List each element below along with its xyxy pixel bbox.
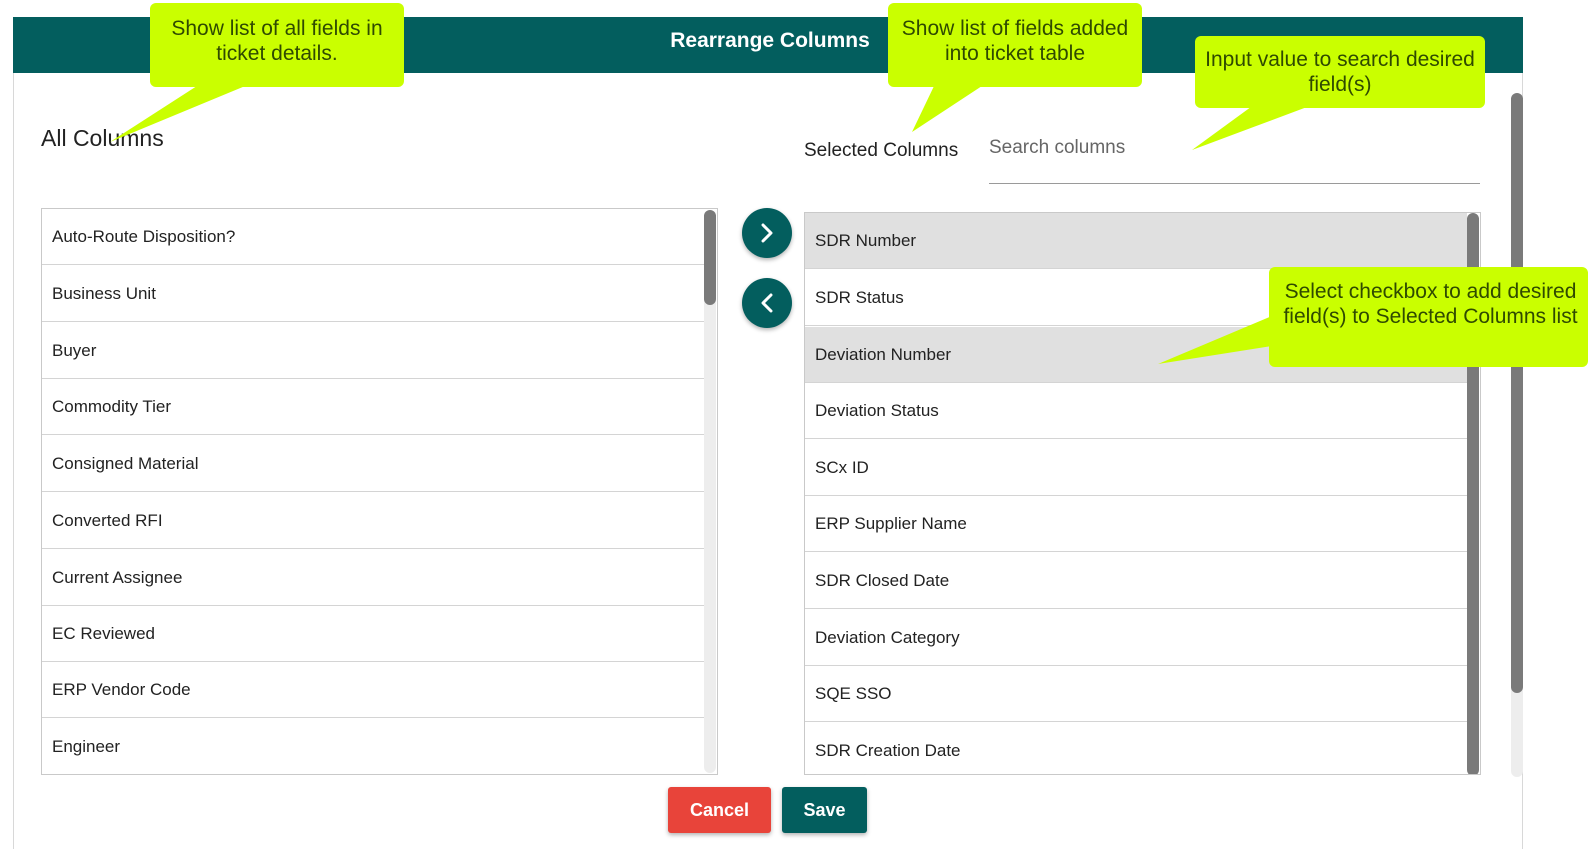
callout-pointers [110, 84, 1315, 364]
search-hint-callout: Input value to search desired field(s) [1195, 36, 1485, 108]
search-callout-pointer [1192, 104, 1315, 150]
all-fields-callout: Show list of all fields in ticket detail… [150, 3, 404, 87]
added-fields-callout-pointer [912, 84, 985, 132]
all-fields-callout-pointer [110, 84, 250, 142]
checkbox-callout-pointer [1158, 316, 1272, 364]
checkbox-hint-callout: Select checkbox to add desired field(s) … [1269, 267, 1588, 367]
added-fields-callout: Show list of fields added into ticket ta… [888, 3, 1142, 87]
